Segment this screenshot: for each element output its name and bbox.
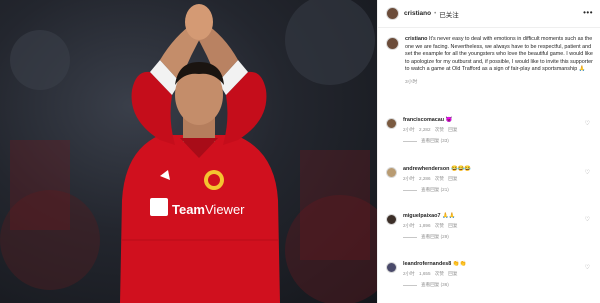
like-heart-icon[interactable]: ♡ [585,216,590,223]
comment-item: andrewhenderson 😂😂😂 2小时 2,286 次赞 回复 查看回复… [386,166,596,193]
like-heart-icon[interactable]: ♡ [585,169,590,176]
avatar[interactable] [386,7,399,20]
comment-text: 👏👏 [452,261,467,267]
avatar[interactable] [386,118,397,129]
comment-item: leandrofernandes8 👏👏 2小时 1,655 次赞 回复 查看回… [386,261,596,288]
caption-time: 3小时 [405,79,418,85]
reply-button[interactable]: 回复 [448,176,457,181]
view-replies-button[interactable]: 查看回复 (29) [403,234,583,240]
comment-username[interactable]: leandrofernandes8 [403,261,451,267]
avatar[interactable] [386,262,397,273]
comment-username[interactable]: andrewhenderson [403,166,449,172]
comment-meta: 2小时 2,286 次赞 回复 [403,176,583,182]
header-username[interactable]: cristiano [404,10,431,17]
caption-body: It's never easy to deal with emotions in… [405,36,593,72]
player-image: Team Viewer [0,0,377,303]
post-caption: cristiano It's never easy to deal with e… [386,36,596,85]
like-heart-icon[interactable]: ♡ [585,120,590,127]
following-button[interactable]: 已关注 [439,9,459,19]
view-replies-button[interactable]: 查看回复 (21) [403,187,583,193]
comment-likes[interactable]: 1,655 次赞 [419,271,444,276]
comment-meta: 2小时 1,896 次赞 回复 [403,223,583,229]
post-header: cristiano • 已关注 ••• [378,0,600,28]
sponsor-logo-text: Team [172,202,205,217]
avatar[interactable] [386,214,397,225]
comment-username[interactable]: franciscomacau [403,117,444,123]
like-heart-icon[interactable]: ♡ [585,264,590,271]
comment-text: 🙏🙏 [441,213,456,219]
comment-text: 😂😂😂 [450,166,472,172]
avatar[interactable] [386,37,399,50]
caption-text: cristiano It's never easy to deal with e… [405,36,593,74]
comment-likes[interactable]: 1,896 次赞 [419,223,444,228]
comment-time: 2小时 [403,271,415,276]
caption-username[interactable]: cristiano [405,36,427,42]
comment-time: 2小时 [403,223,415,228]
instagram-post: Team Viewer cristiano • 已关注 ••• cristian… [0,0,600,303]
comment-time: 2小时 [403,127,415,132]
view-replies-button[interactable]: 查看回复 (33) [403,138,583,144]
more-horizontal-icon[interactable]: ••• [583,8,593,17]
comment-item: franciscomacau 😈 2小时 2,282 次赞 回复 查看回复 (3… [386,117,596,144]
separator-dot: • [434,10,437,17]
comment-text: 😈 [445,117,453,123]
comment-likes[interactable]: 2,286 次赞 [419,176,444,181]
comment-meta: 2小时 1,655 次赞 回复 [403,271,583,277]
reply-button[interactable]: 回复 [448,223,457,228]
comment-item: miguelpaixao7 🙏🙏 2小时 1,896 次赞 回复 查看回复 (2… [386,213,596,240]
svg-text:Viewer: Viewer [205,202,245,217]
reply-button[interactable]: 回复 [448,127,457,132]
comment-time: 2小时 [403,176,415,181]
post-sidebar: cristiano • 已关注 ••• cristiano It's never… [377,0,600,303]
view-replies-button[interactable]: 查看回复 (36) [403,282,583,288]
reply-button[interactable]: 回复 [448,271,457,276]
comment-meta: 2小时 2,282 次赞 回复 [403,127,583,133]
avatar[interactable] [386,167,397,178]
post-photo[interactable]: Team Viewer [0,0,377,303]
comment-username[interactable]: miguelpaixao7 [403,213,440,219]
comment-likes[interactable]: 2,282 次赞 [419,127,444,132]
